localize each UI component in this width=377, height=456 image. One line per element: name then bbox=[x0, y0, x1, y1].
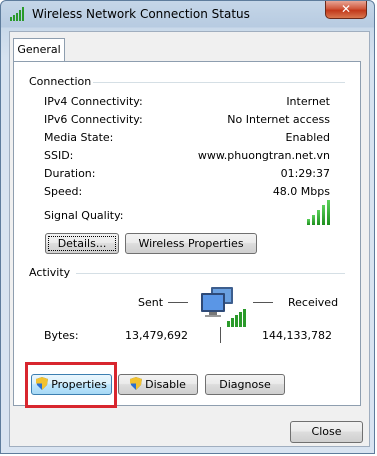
details-button[interactable]: Details... bbox=[45, 233, 119, 254]
ssid-label: SSID: bbox=[44, 149, 74, 162]
signal-quality-icon bbox=[307, 200, 335, 225]
duration-label: Duration: bbox=[44, 167, 96, 180]
activity-divider bbox=[76, 273, 345, 274]
diagnose-button-label: Diagnose bbox=[219, 378, 271, 391]
network-computers-icon bbox=[201, 287, 246, 327]
tab-general-label: General bbox=[17, 43, 61, 56]
sent-line bbox=[168, 302, 188, 303]
dialog-window: Wireless Network Connection Status ✕ Gen… bbox=[0, 0, 375, 454]
ipv4-label: IPv4 Connectivity: bbox=[44, 95, 143, 108]
close-button[interactable]: Close bbox=[290, 421, 363, 443]
signal-quality-label: Signal Quality: bbox=[44, 209, 124, 222]
connection-heading: Connection bbox=[29, 75, 92, 88]
activity-separator bbox=[220, 327, 221, 343]
uac-shield-icon bbox=[130, 377, 143, 390]
ssid-value: www.phuongtran.net.vn bbox=[197, 149, 330, 162]
close-button-label: Close bbox=[311, 425, 342, 438]
speed-value: 48.0 Mbps bbox=[272, 185, 330, 198]
bytes-label: Bytes: bbox=[44, 329, 79, 342]
activity-heading: Activity bbox=[29, 266, 71, 279]
ipv4-value: Internet bbox=[286, 95, 330, 108]
wireless-properties-button[interactable]: Wireless Properties bbox=[125, 233, 257, 254]
title-bar[interactable]: Wireless Network Connection Status ✕ bbox=[1, 1, 376, 29]
received-line bbox=[253, 302, 273, 303]
speed-label: Speed: bbox=[44, 185, 83, 198]
tab-general[interactable]: General bbox=[13, 38, 65, 62]
ipv6-label: IPv6 Connectivity: bbox=[44, 113, 143, 126]
disable-button[interactable]: Disable bbox=[118, 374, 198, 395]
sent-label: Sent bbox=[138, 296, 164, 309]
media-state-value: Enabled bbox=[285, 131, 330, 144]
ipv6-value: No Internet access bbox=[227, 113, 330, 126]
wireless-signal-icon bbox=[10, 7, 24, 21]
duration-value: 01:29:37 bbox=[280, 167, 330, 180]
close-icon: ✕ bbox=[340, 2, 352, 16]
highlight-box bbox=[25, 362, 117, 408]
bytes-sent-value: 13,479,692 bbox=[125, 329, 188, 342]
wireless-properties-label: Wireless Properties bbox=[138, 237, 244, 250]
bytes-received-value: 144,133,782 bbox=[262, 329, 332, 342]
window-title: Wireless Network Connection Status bbox=[32, 7, 250, 21]
connection-divider bbox=[93, 82, 345, 83]
diagnose-button[interactable]: Diagnose bbox=[205, 374, 285, 395]
received-label: Received bbox=[288, 296, 339, 309]
title-close-button[interactable]: ✕ bbox=[325, 1, 367, 19]
disable-button-label: Disable bbox=[145, 378, 186, 391]
media-state-label: Media State: bbox=[44, 131, 114, 144]
